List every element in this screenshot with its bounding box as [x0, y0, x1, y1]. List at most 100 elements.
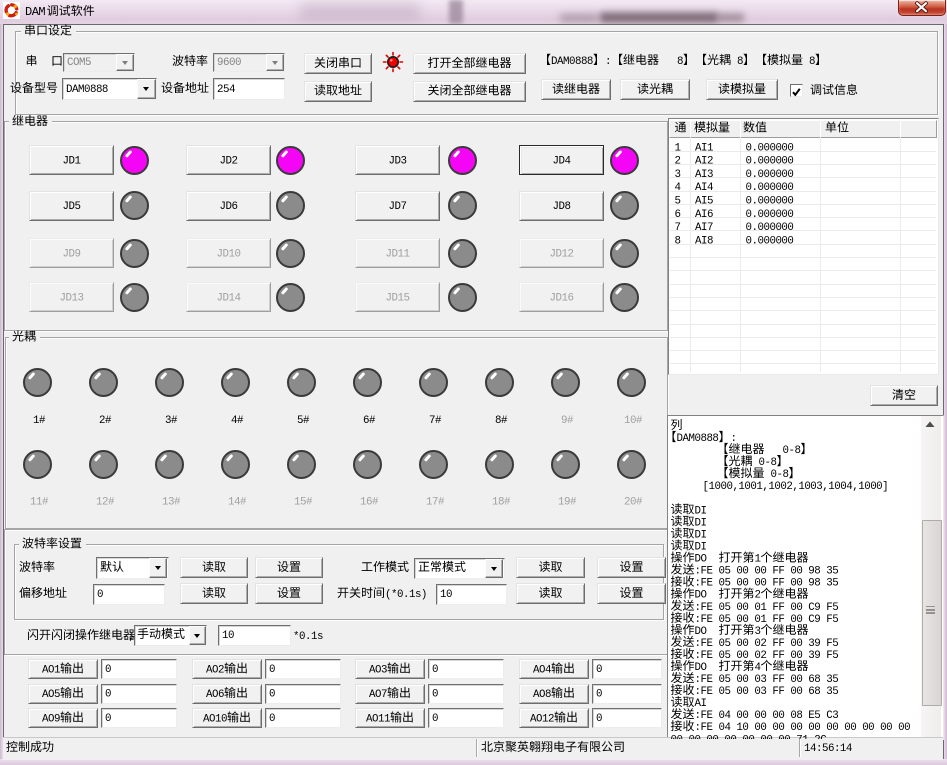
svg-text:4#: 4#: [231, 415, 244, 427]
svg-text:0.000000: 0.000000: [746, 182, 794, 194]
svg-text:COM5: COM5: [67, 57, 91, 69]
svg-text:AI2: AI2: [695, 156, 713, 168]
svg-text:10: 10: [440, 589, 452, 601]
svg-text:JD16: JD16: [550, 293, 574, 305]
svg-text:8: 8: [731, 56, 743, 68]
svg-text::: :: [605, 56, 611, 68]
svg-text:1#: 1#: [33, 415, 46, 427]
svg-text:0: 0: [105, 713, 111, 725]
svg-text:4: 4: [675, 182, 681, 194]
svg-text:0: 0: [432, 664, 438, 676]
svg-text:JD5: JD5: [63, 201, 81, 213]
svg-text:12#: 12#: [96, 497, 115, 509]
svg-text:0: 0: [105, 664, 111, 676]
svg-text:JD9: JD9: [63, 249, 81, 261]
svg-text:JD11: JD11: [386, 249, 410, 261]
svg-text:AI5: AI5: [695, 196, 713, 208]
svg-text:0: 0: [596, 713, 602, 725]
svg-text:JD13: JD13: [60, 293, 84, 305]
svg-text:0.000000: 0.000000: [746, 156, 794, 168]
svg-text:14:56:14: 14:56:14: [804, 743, 852, 755]
svg-text:17#: 17#: [426, 497, 445, 509]
svg-text:0.000000: 0.000000: [746, 196, 794, 208]
svg-text:JD3: JD3: [389, 156, 407, 168]
svg-text:5: 5: [675, 196, 681, 208]
svg-text:0: 0: [105, 689, 111, 701]
svg-text:AI3: AI3: [695, 169, 713, 181]
svg-text:19#: 19#: [558, 497, 577, 509]
svg-text:*0.1s: *0.1s: [293, 631, 323, 643]
svg-text:AO1: AO1: [42, 665, 60, 677]
svg-text:0: 0: [269, 689, 275, 701]
svg-text:JD14: JD14: [217, 293, 241, 305]
svg-text:0: 0: [269, 664, 275, 676]
svg-text:DAM0888: DAM0888: [551, 56, 593, 68]
svg-text:6: 6: [675, 209, 681, 221]
svg-text:11#: 11#: [30, 497, 49, 509]
svg-text:13#: 13#: [162, 497, 181, 509]
svg-text:JD1: JD1: [63, 156, 81, 168]
svg-text:AI1: AI1: [695, 142, 713, 154]
svg-text:AO10: AO10: [203, 714, 227, 726]
svg-text:JD15: JD15: [386, 293, 410, 305]
svg-text:7#: 7#: [429, 415, 442, 427]
svg-text:0: 0: [269, 713, 275, 725]
svg-text:0.000000: 0.000000: [746, 209, 794, 221]
svg-text:AO3: AO3: [369, 665, 387, 677]
svg-text:AI4: AI4: [695, 182, 713, 194]
svg-text:5#: 5#: [297, 415, 310, 427]
svg-text:7: 7: [675, 222, 681, 234]
svg-text:2: 2: [675, 156, 681, 168]
svg-text:0.000000: 0.000000: [746, 235, 794, 247]
svg-text:3: 3: [675, 169, 681, 181]
svg-text:JD10: JD10: [217, 249, 241, 261]
svg-text:2#: 2#: [99, 415, 112, 427]
svg-text:20#: 20#: [624, 497, 643, 509]
svg-text:(*0.1s): (*0.1s): [385, 589, 427, 601]
svg-text:9#: 9#: [561, 415, 574, 427]
svg-text:AO9: AO9: [42, 714, 60, 726]
svg-text:0.000000: 0.000000: [746, 142, 794, 154]
svg-text:AO7: AO7: [369, 689, 387, 701]
svg-text:AI7: AI7: [695, 222, 713, 234]
svg-text:AO5: AO5: [42, 689, 60, 701]
svg-text:1: 1: [675, 142, 681, 154]
svg-text:DAM0888: DAM0888: [66, 84, 108, 96]
svg-text:8#: 8#: [495, 415, 508, 427]
svg-text:0: 0: [596, 664, 602, 676]
svg-text:0: 0: [432, 689, 438, 701]
svg-text:AO4: AO4: [533, 665, 551, 677]
svg-text:14#: 14#: [228, 497, 247, 509]
svg-text:JD2: JD2: [220, 156, 238, 168]
svg-text:AO6: AO6: [206, 689, 224, 701]
svg-text:JD12: JD12: [550, 249, 574, 261]
svg-text:0: 0: [596, 689, 602, 701]
svg-text:AO2: AO2: [206, 665, 224, 677]
svg-text:6#: 6#: [363, 415, 376, 427]
svg-text:254: 254: [217, 84, 235, 96]
svg-text:AO12: AO12: [530, 714, 554, 726]
svg-text:0.000000: 0.000000: [746, 169, 794, 181]
svg-text:3#: 3#: [165, 415, 178, 427]
svg-text:18#: 18#: [492, 497, 511, 509]
svg-text:JD4: JD4: [553, 156, 571, 168]
svg-text:8: 8: [803, 56, 815, 68]
svg-text:JD8: JD8: [553, 201, 571, 213]
svg-text:AO8: AO8: [533, 689, 551, 701]
svg-text:8: 8: [671, 56, 683, 68]
svg-text:JD7: JD7: [389, 201, 407, 213]
svg-text:15#: 15#: [294, 497, 313, 509]
svg-text:0: 0: [97, 589, 103, 601]
svg-text:AO11: AO11: [366, 714, 390, 726]
svg-text:AI8: AI8: [695, 235, 713, 247]
svg-text:0: 0: [432, 713, 438, 725]
svg-text:DAM: DAM: [25, 5, 45, 19]
svg-text:0.000000: 0.000000: [746, 222, 794, 234]
svg-text:10: 10: [222, 630, 234, 642]
svg-text:9600: 9600: [217, 57, 241, 69]
svg-text:JD6: JD6: [220, 201, 238, 213]
svg-text:,: ,: [129, 631, 135, 643]
svg-text:10#: 10#: [624, 415, 643, 427]
svg-text:AI6: AI6: [695, 209, 713, 221]
svg-text:8: 8: [675, 235, 681, 247]
